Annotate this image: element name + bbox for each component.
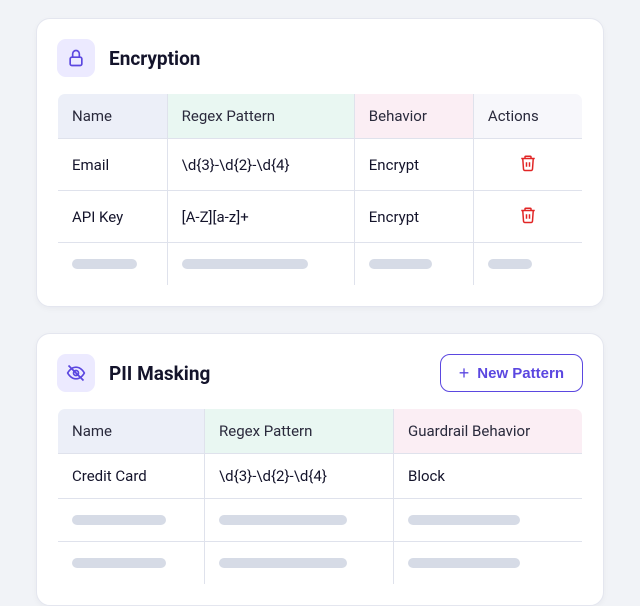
delete-button[interactable] [517, 204, 539, 229]
cell-behavior: Encrypt [354, 191, 473, 243]
skeleton-cell [473, 243, 582, 286]
cell-behavior: Block [394, 454, 583, 499]
pii-header-row: Name Regex Pattern Guardrail Behavior [58, 409, 583, 454]
col-behavior: Behavior [354, 94, 473, 139]
skeleton-cell [205, 542, 394, 585]
pii-title: PII Masking [109, 362, 210, 385]
encryption-title-wrap: Encryption [57, 39, 200, 77]
table-row: API Key [A-Z][a-z]+ Encrypt [58, 191, 583, 243]
cell-name: Email [58, 139, 168, 191]
cell-regex: \d{3}-\d{2}-\d{4} [205, 454, 394, 499]
col-name: Name [58, 94, 168, 139]
col-actions: Actions [473, 94, 582, 139]
delete-button[interactable] [517, 152, 539, 177]
skeleton-cell [394, 542, 583, 585]
table-row-skeleton [58, 542, 583, 585]
table-row-skeleton [58, 243, 583, 286]
lock-icon [57, 39, 95, 77]
skeleton-cell [354, 243, 473, 286]
encryption-card: Encryption Name Regex Pattern Behavior A… [36, 18, 604, 307]
pii-card: PII Masking + New Pattern Name Regex Pat… [36, 333, 604, 606]
skeleton-cell [58, 499, 205, 542]
skeleton-cell [58, 243, 168, 286]
pii-title-wrap: PII Masking [57, 354, 210, 392]
new-pattern-button[interactable]: + New Pattern [440, 354, 583, 392]
encryption-header-row: Name Regex Pattern Behavior Actions [58, 94, 583, 139]
col-regex: Regex Pattern [205, 409, 394, 454]
table-row-skeleton [58, 499, 583, 542]
table-row: Credit Card \d{3}-\d{2}-\d{4} Block [58, 454, 583, 499]
table-row: Email \d{3}-\d{2}-\d{4} Encrypt [58, 139, 583, 191]
encryption-table: Name Regex Pattern Behavior Actions Emai… [57, 93, 583, 286]
pii-header: PII Masking + New Pattern [57, 354, 583, 392]
col-name: Name [58, 409, 205, 454]
cell-actions [473, 139, 582, 191]
encryption-header: Encryption [57, 39, 583, 77]
trash-icon [519, 154, 537, 172]
cell-actions [473, 191, 582, 243]
trash-icon [519, 206, 537, 224]
eye-off-icon [57, 354, 95, 392]
cell-behavior: Encrypt [354, 139, 473, 191]
cell-regex: [A-Z][a-z]+ [167, 191, 354, 243]
pii-table: Name Regex Pattern Guardrail Behavior Cr… [57, 408, 583, 585]
skeleton-cell [394, 499, 583, 542]
col-behavior: Guardrail Behavior [394, 409, 583, 454]
encryption-title: Encryption [109, 47, 200, 70]
new-pattern-label: New Pattern [477, 365, 564, 382]
cell-regex: \d{3}-\d{2}-\d{4} [167, 139, 354, 191]
skeleton-cell [167, 243, 354, 286]
cell-name: Credit Card [58, 454, 205, 499]
col-regex: Regex Pattern [167, 94, 354, 139]
cell-name: API Key [58, 191, 168, 243]
skeleton-cell [205, 499, 394, 542]
skeleton-cell [58, 542, 205, 585]
plus-icon: + [459, 364, 470, 382]
